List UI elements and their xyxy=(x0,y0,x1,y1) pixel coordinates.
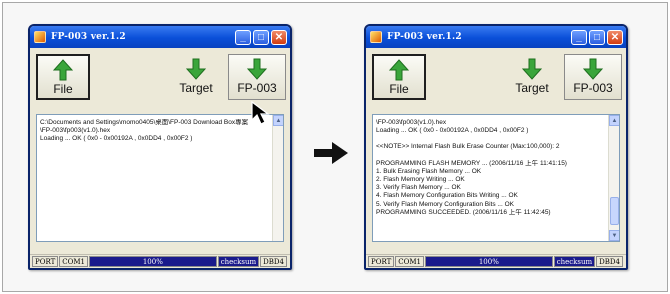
status-bar: PORT COM1 100% checksum DBD4 xyxy=(366,254,626,268)
log-line: 5. Verify Flash Memory Configuration Bit… xyxy=(376,200,514,208)
app-icon xyxy=(370,31,382,43)
close-button[interactable]: ✕ xyxy=(607,29,623,45)
file-button[interactable]: File xyxy=(36,54,90,100)
log-line: 2. Flash Memory Writing ... OK xyxy=(376,176,465,184)
target-button-label: Target xyxy=(515,81,549,95)
log-lines: \FP-003\fp003(v1.0).hex Loading ... OK ( … xyxy=(376,119,607,217)
maximize-button[interactable]: □ xyxy=(589,29,605,45)
file-button-label: File xyxy=(389,82,409,96)
toolbar: File Target FP-003 xyxy=(366,48,626,108)
port-label: PORT xyxy=(32,256,59,267)
title-bar[interactable]: FP-003 ver.1.2 _ □ ✕ xyxy=(30,26,290,48)
app-icon xyxy=(34,31,46,43)
log-line: PROGRAMMING SUCCEEDED. (2006/11/16 上午 11… xyxy=(376,208,551,216)
port-label: PORT xyxy=(368,256,395,267)
checksum-label: checksum xyxy=(217,256,260,267)
right-arrow-icon xyxy=(314,142,348,164)
down-arrow-icon xyxy=(522,58,542,80)
title-bar[interactable]: FP-003 ver.1.2 _ □ ✕ xyxy=(366,26,626,48)
log-line: 1. Bulk Erasing Flash Memory ... OK xyxy=(376,167,482,175)
scroll-thumb[interactable] xyxy=(610,197,619,225)
down-arrow-icon xyxy=(247,58,267,80)
port-value: COM1 xyxy=(59,256,88,267)
checksum-value: DBD4 xyxy=(596,256,623,267)
down-arrow-icon xyxy=(583,58,603,80)
maximize-button[interactable]: □ xyxy=(253,29,269,45)
fp003-button[interactable]: FP-003 xyxy=(228,54,286,100)
fp003-button-label: FP-003 xyxy=(237,81,277,95)
log-line: 3. Verify Flash Memory ... OK xyxy=(376,184,461,192)
checksum-value: DBD4 xyxy=(260,256,287,267)
log-line: <<NOTE>> Internal Flash Bulk Erase Count… xyxy=(376,143,560,151)
fp003-button-label: FP-003 xyxy=(573,81,613,95)
log-output[interactable]: C:\Documents and Settings\momo0405\桌面\FP… xyxy=(36,114,284,242)
up-arrow-icon xyxy=(53,59,73,81)
port-value: COM1 xyxy=(395,256,424,267)
log-line: C:\Documents and Settings\momo0405\桌面\FP… xyxy=(40,119,249,126)
close-button[interactable]: ✕ xyxy=(271,29,287,45)
fp003-window-after: FP-003 ver.1.2 _ □ ✕ File Target FP-003 … xyxy=(364,24,628,270)
log-scrollbar[interactable]: ▲ xyxy=(272,115,283,241)
cursor-icon xyxy=(251,100,270,125)
scroll-up-icon[interactable]: ▲ xyxy=(609,115,619,126)
minimize-button[interactable]: _ xyxy=(571,29,587,45)
target-button[interactable]: Target xyxy=(504,54,560,100)
fp003-button[interactable]: FP-003 xyxy=(564,54,622,100)
status-bar: PORT COM1 100% checksum DBD4 xyxy=(30,254,290,268)
checksum-label: checksum xyxy=(553,256,596,267)
toolbar: File Target FP-003 xyxy=(30,48,290,108)
minimize-button[interactable]: _ xyxy=(235,29,251,45)
log-line: Loading ... OK ( 0x0 - 0x00192A , 0x0DD4… xyxy=(40,135,193,143)
log-line: \FP-003\fp003(v1.0).hex xyxy=(376,119,447,126)
file-button-label: File xyxy=(53,82,73,96)
log-line: 4. Flash Memory Configuration Bits Writi… xyxy=(376,192,518,200)
up-arrow-icon xyxy=(389,59,409,81)
progress-indicator: 100% xyxy=(424,256,553,267)
target-button[interactable]: Target xyxy=(168,54,224,100)
log-output[interactable]: \FP-003\fp003(v1.0).hex Loading ... OK ( … xyxy=(372,114,620,242)
scroll-down-icon[interactable]: ▼ xyxy=(609,230,619,241)
log-lines: C:\Documents and Settings\momo0405\桌面\FP… xyxy=(40,119,271,144)
file-button[interactable]: File xyxy=(372,54,426,100)
log-line: \FP-003\fp003(v1.0).hex xyxy=(40,127,111,135)
fp003-window-before: FP-003 ver.1.2 _ □ ✕ File Target FP-003 … xyxy=(28,24,292,270)
target-button-label: Target xyxy=(179,81,213,95)
log-scrollbar[interactable]: ▲ ▼ xyxy=(608,115,619,241)
down-arrow-icon xyxy=(186,58,206,80)
progress-indicator: 100% xyxy=(88,256,217,267)
log-line: PROGRAMMING FLASH MEMORY ... (2006/11/16… xyxy=(376,159,567,167)
window-title: FP-003 ver.1.2 xyxy=(387,32,462,42)
log-line: Loading ... OK ( 0x0 - 0x00192A , 0x0DD4… xyxy=(376,127,529,135)
window-title: FP-003 ver.1.2 xyxy=(51,32,126,42)
